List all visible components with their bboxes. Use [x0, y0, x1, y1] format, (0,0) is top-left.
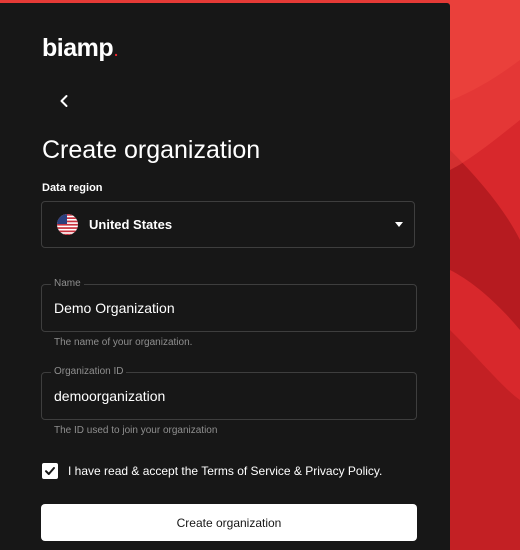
logo-text: biamp	[42, 34, 114, 62]
us-flag-icon	[57, 214, 78, 235]
biamp-logo: biamp.	[42, 36, 118, 61]
create-organization-panel: biamp. Create organization Data region U…	[0, 3, 450, 550]
name-input[interactable]	[54, 285, 404, 331]
name-field: Name	[41, 278, 417, 332]
logo-dot: .	[114, 43, 118, 59]
create-organization-button[interactable]: Create organization	[41, 504, 417, 541]
back-button[interactable]	[52, 89, 76, 113]
name-helper-text: The name of your organization.	[54, 337, 193, 348]
chevron-left-icon	[60, 95, 68, 107]
organization-id-helper-text: The ID used to join your organization	[54, 425, 218, 436]
organization-id-field: Organization ID	[41, 366, 417, 420]
caret-down-icon	[395, 222, 403, 227]
data-region-label: Data region	[42, 182, 103, 194]
data-region-select[interactable]: United States	[41, 201, 415, 248]
page-title: Create organization	[42, 136, 261, 164]
terms-label: I have read & accept the Terms of Servic…	[68, 464, 383, 478]
data-region-value: United States	[89, 217, 173, 232]
terms-checkbox[interactable]	[42, 463, 58, 479]
organization-id-input[interactable]	[54, 373, 404, 419]
terms-row: I have read & accept the Terms of Servic…	[42, 463, 382, 479]
checkmark-icon	[45, 467, 55, 475]
